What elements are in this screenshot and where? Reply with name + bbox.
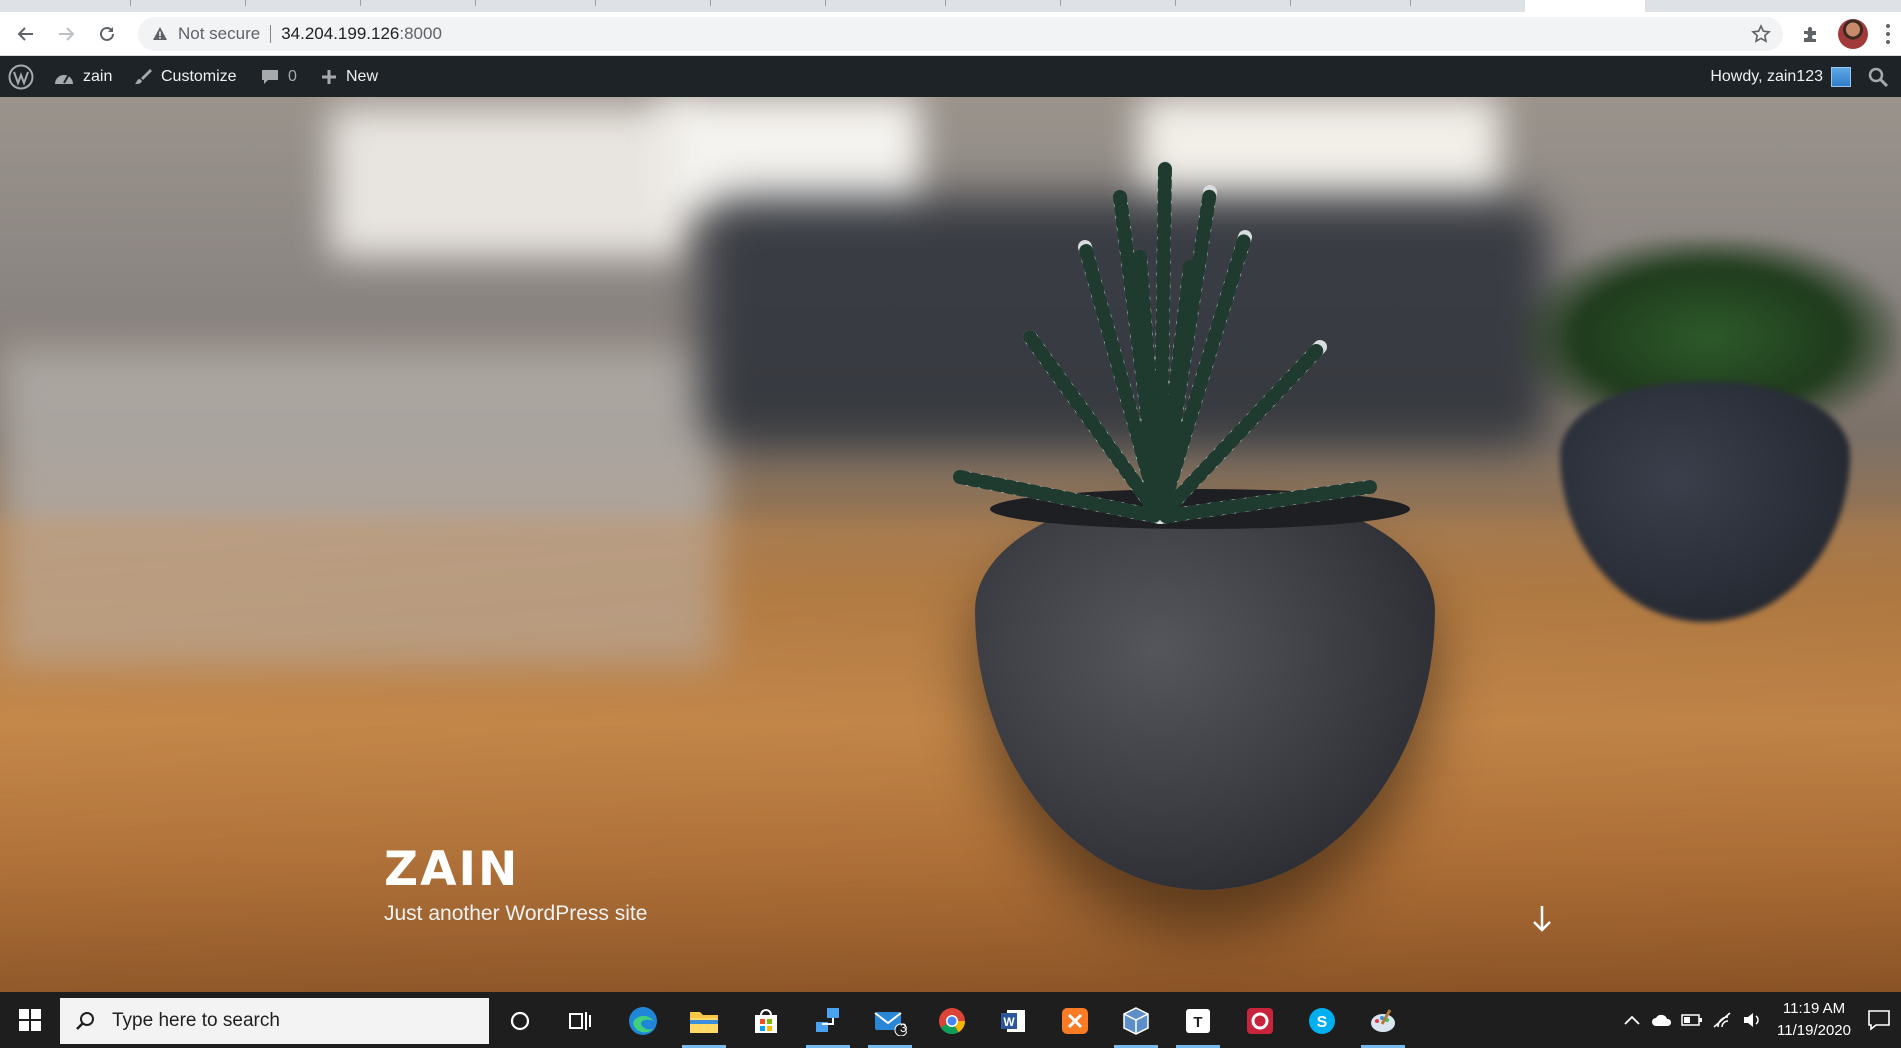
my-account-menu[interactable]: Howdy, zain123 <box>1710 56 1851 97</box>
clock-time: 11:19 AM <box>1782 1000 1846 1017</box>
site-name-label: zain <box>83 67 113 85</box>
edge-browser-icon[interactable] <box>615 997 671 1045</box>
hero-header-image: ZAIN Just another WordPress site <box>0 97 1901 992</box>
howdy-label: Howdy, zain123 <box>1710 67 1823 85</box>
mail-badge-count: 3 <box>900 1021 907 1035</box>
user-avatar <box>1831 66 1851 87</box>
tab-separator <box>945 0 946 6</box>
succulent-plant <box>953 160 1377 524</box>
tab-separator <box>825 0 826 6</box>
new-content-menu[interactable]: New <box>320 56 378 97</box>
tab-separator <box>1060 0 1061 6</box>
app-red-icon[interactable] <box>1232 997 1288 1045</box>
site-title[interactable]: ZAIN <box>384 842 519 897</box>
action-center-icon[interactable] <box>1865 1006 1893 1034</box>
customize-menu[interactable]: Customize <box>133 56 237 97</box>
svg-text:W: W <box>1003 1015 1015 1029</box>
security-label[interactable]: Not secure <box>178 24 260 44</box>
tab-separator <box>1175 0 1176 6</box>
url-text[interactable]: 34.204.199.126:8000 <box>281 24 442 44</box>
comments-count: 0 <box>288 67 297 85</box>
wordpress-logo-icon[interactable] <box>8 56 34 97</box>
url-host: 34.204.199.126 <box>281 24 400 43</box>
back-arrow-icon <box>17 27 33 41</box>
paintbrush-icon <box>135 68 152 84</box>
reload-button[interactable] <box>91 18 123 50</box>
windows-taskbar: Type here to search 3 W T S 11:19 AM 11/… <box>0 992 1901 1048</box>
taskbar-clock[interactable]: 11:19 AM 11/19/2020 <box>1777 998 1851 1042</box>
tab-separator <box>475 0 476 6</box>
file-explorer-icon[interactable] <box>676 997 732 1048</box>
comments-menu[interactable]: 0 <box>260 56 297 97</box>
onedrive-cloud-icon[interactable] <box>1651 1009 1673 1031</box>
svg-text:S: S <box>1317 1014 1328 1031</box>
forward-button[interactable] <box>50 18 82 50</box>
battery-icon[interactable] <box>1681 1009 1703 1031</box>
site-name-menu[interactable]: zain <box>53 56 112 97</box>
search-placeholder: Type here to search <box>112 1010 280 1031</box>
typora-icon[interactable]: T <box>1170 997 1226 1048</box>
customize-label: Customize <box>161 67 237 85</box>
windows-start-button[interactable] <box>0 992 60 1048</box>
comment-bubble-icon <box>262 69 278 84</box>
tab-separator <box>595 0 596 6</box>
word-icon[interactable]: W <box>985 997 1041 1045</box>
back-button[interactable] <box>10 18 42 50</box>
microsoft-store-icon[interactable] <box>738 997 794 1045</box>
clock-date: 11/19/2020 <box>1777 1022 1851 1039</box>
mail-icon[interactable]: 3 <box>862 997 918 1048</box>
scroll-down-arrow-icon[interactable] <box>1531 904 1553 934</box>
taskbar-search-box[interactable]: Type here to search <box>60 998 489 1044</box>
volume-icon[interactable] <box>1741 1009 1763 1031</box>
search-icon[interactable] <box>1867 66 1889 88</box>
cortana-icon[interactable] <box>492 997 548 1045</box>
svg-text:T: T <box>1193 1014 1202 1031</box>
system-tray: 11:19 AM 11/19/2020 <box>1617 992 1901 1048</box>
active-tab[interactable] <box>1525 0 1645 12</box>
window-light <box>330 107 690 257</box>
tab-separator <box>710 0 711 6</box>
tab-separator <box>130 0 131 6</box>
site-tagline: Just another WordPress site <box>384 902 648 925</box>
address-bar[interactable]: Not secure 34.204.199.126:8000 <box>138 17 1783 51</box>
forward-arrow-icon <box>59 27 75 41</box>
chevron-up-icon[interactable] <box>1621 1009 1643 1031</box>
plus-icon <box>322 69 336 84</box>
new-label: New <box>346 67 379 85</box>
tab-separator <box>1290 0 1291 6</box>
profile-avatar[interactable] <box>1838 19 1868 49</box>
search-icon <box>76 1012 94 1030</box>
tab-separator <box>360 0 361 6</box>
wp-admin-bar: zain Customize 0 New Howdy, zain123 <box>0 56 1901 97</box>
task-view-icon[interactable] <box>552 997 608 1045</box>
url-port: :8000 <box>399 24 442 43</box>
wifi-icon[interactable] <box>1711 1009 1733 1031</box>
tab-strip <box>0 0 1901 12</box>
tab-separator <box>1410 0 1411 6</box>
paint-icon[interactable] <box>1355 997 1411 1048</box>
dashboard-gauge-icon <box>55 74 73 84</box>
browser-toolbar: Not secure 34.204.199.126:8000 <box>0 12 1901 56</box>
chrome-icon[interactable] <box>924 997 980 1045</box>
windows-logo-icon <box>19 1009 41 1031</box>
warning-icon <box>150 24 170 44</box>
skype-icon[interactable]: S <box>1294 997 1350 1045</box>
network-app-icon[interactable] <box>800 997 856 1048</box>
reload-icon <box>100 26 114 41</box>
bookmark-star-icon[interactable] <box>1751 24 1771 44</box>
omnibox-divider <box>270 25 272 43</box>
wooden-table <box>0 517 1901 992</box>
virtualbox-icon[interactable] <box>1108 997 1164 1048</box>
extensions-puzzle-icon[interactable] <box>1797 20 1825 48</box>
browser-menu-icon[interactable] <box>1880 24 1896 44</box>
xampp-icon[interactable] <box>1047 997 1103 1045</box>
tab-separator <box>245 0 246 6</box>
